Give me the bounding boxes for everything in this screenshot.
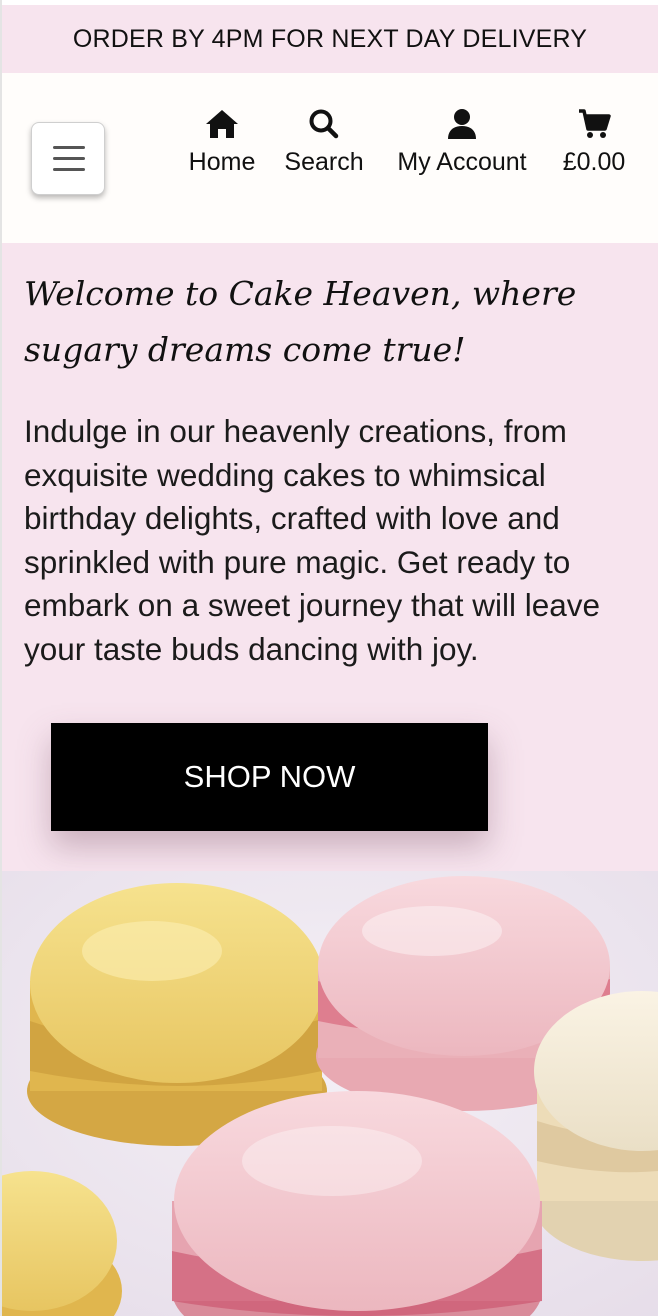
page: ORDER BY 4PM FOR NEXT DAY DELIVERY Home …: [0, 0, 658, 1316]
nav-my-account[interactable]: My Account: [391, 108, 533, 188]
hamburger-menu-icon: [53, 146, 85, 171]
menu-toggle-button[interactable]: [31, 122, 105, 195]
hero-heading: Welcome to Cake Heaven, where sugary dre…: [24, 274, 577, 369]
user-icon: [448, 109, 476, 139]
shop-now-button[interactable]: SHOP NOW: [51, 723, 488, 831]
shop-now-label: SHOP NOW: [183, 759, 356, 794]
nav-my-account-label: My Account: [397, 148, 527, 176]
cart-total: £0.00: [562, 148, 626, 176]
nav-search-label: Search: [284, 148, 364, 176]
macarons-illustration: [2, 871, 658, 1316]
macarons-image: [2, 871, 658, 1316]
home-icon: [206, 110, 238, 138]
cart-icon: [579, 109, 611, 138]
hero-description: Indulge in our heavenly creations, from …: [24, 413, 601, 667]
announcement-text: ORDER BY 4PM FOR NEXT DAY DELIVERY: [72, 24, 588, 53]
search-icon: [309, 109, 339, 139]
nav-search[interactable]: Search: [283, 108, 365, 188]
announcement-bar: ORDER BY 4PM FOR NEXT DAY DELIVERY: [2, 5, 658, 73]
nav-home[interactable]: Home: [186, 108, 258, 188]
nav-cart[interactable]: £0.00: [558, 108, 630, 188]
nav-home-label: Home: [188, 148, 256, 176]
